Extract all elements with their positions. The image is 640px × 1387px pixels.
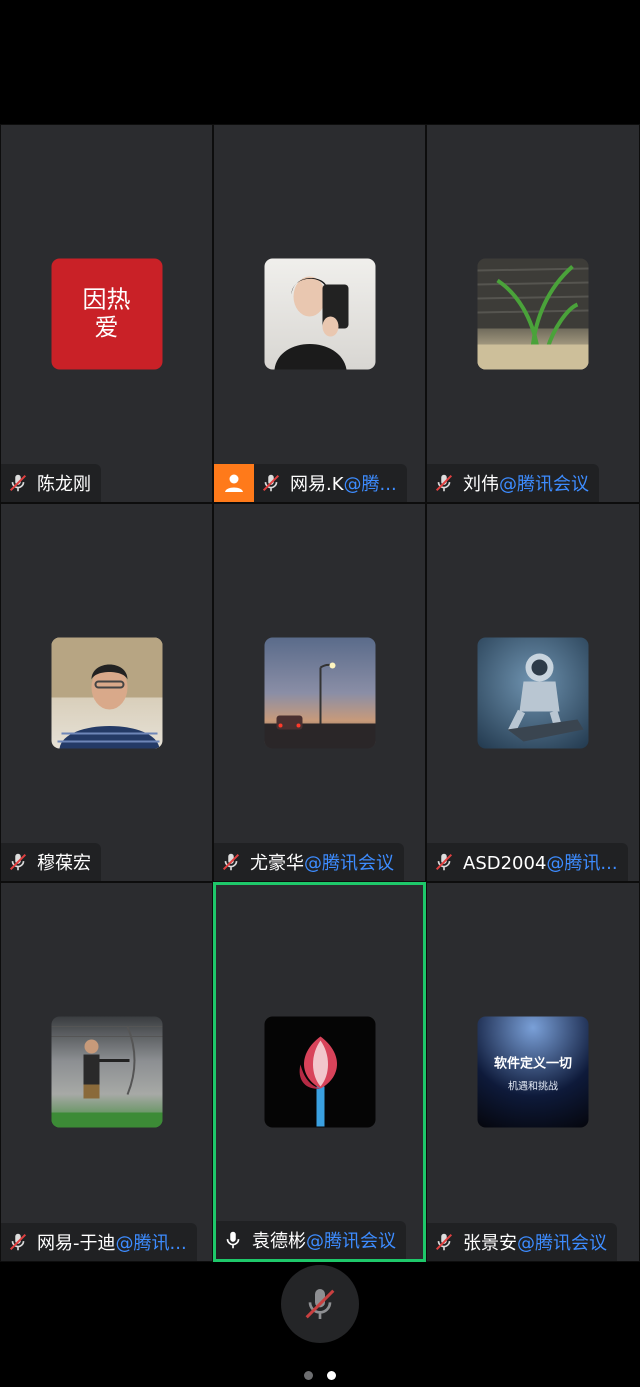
participant-namebar: 陈龙刚	[1, 464, 101, 502]
participant-name: 刘伟	[463, 474, 499, 495]
archer-avatar	[51, 1016, 162, 1128]
video-grid: 因热爱 陈龙刚 网易.K@腾... 刘伟@腾讯会议 穆葆宏 尤豪华@腾讯会议 A…	[0, 124, 640, 1262]
person-icon	[225, 474, 243, 492]
participant-namebar: ASD2004@腾讯...	[427, 843, 628, 881]
mic-icon	[226, 1231, 240, 1249]
slide-text: 软件定义一切 机遇和挑战	[478, 1053, 589, 1093]
mic-muted-icon	[262, 474, 280, 492]
participant-name: 张景安	[463, 1233, 517, 1254]
participant-namebar: 袁德彬@腾讯会议	[216, 1221, 406, 1259]
participant-namebar: 网易.K@腾...	[254, 464, 407, 502]
participant-name: 尤豪华	[250, 853, 304, 874]
mic-muted-icon	[222, 853, 240, 871]
woman-selfie-avatar	[264, 258, 375, 369]
participant-namebar: 刘伟@腾讯会议	[427, 464, 599, 502]
participant-name: 袁德彬	[252, 1231, 306, 1252]
participant-name: 网易-于迪	[37, 1233, 116, 1254]
participant-name: 穆葆宏	[37, 853, 91, 874]
participant-suffix: @腾...	[343, 474, 397, 495]
participant-suffix: @腾讯...	[115, 1233, 187, 1254]
slide-line-2: 机遇和挑战	[508, 1081, 558, 1093]
host-badge	[214, 464, 254, 502]
mic-muted-icon	[435, 474, 453, 492]
participant-tile[interactable]: 软件定义一切 机遇和挑战 张景安@腾讯会议	[426, 882, 640, 1262]
mic-muted-icon	[9, 474, 27, 492]
participant-suffix: @腾讯会议	[306, 1231, 396, 1252]
participant-suffix: @腾讯会议	[304, 853, 394, 874]
participant-tile[interactable]: 穆葆宏	[0, 503, 213, 882]
tulip-avatar	[264, 1016, 375, 1128]
page-dot-1[interactable]	[304, 1371, 313, 1380]
participant-tile[interactable]: 尤豪华@腾讯会议	[213, 503, 426, 882]
participant-namebar: 网易-于迪@腾讯...	[1, 1223, 197, 1261]
participant-name: 陈龙刚	[37, 474, 91, 495]
participant-name: ASD2004	[463, 853, 547, 874]
man-portrait-avatar	[51, 637, 162, 748]
participant-tile[interactable]: 网易-于迪@腾讯...	[0, 882, 213, 1262]
participant-tile[interactable]: ASD2004@腾讯...	[426, 503, 640, 882]
participant-suffix: @腾讯会议	[517, 1233, 607, 1254]
mute-toggle-button[interactable]	[281, 1265, 359, 1343]
participant-suffix: @腾讯会议	[499, 474, 589, 495]
mic-muted-icon	[435, 853, 453, 871]
participant-tile[interactable]: 网易.K@腾...	[213, 124, 426, 503]
participant-tile[interactable]: 因热爱 陈龙刚	[0, 124, 213, 503]
participant-namebar: 尤豪华@腾讯会议	[214, 843, 404, 881]
participant-namebar: 穆葆宏	[1, 843, 101, 881]
participant-suffix: @腾讯...	[546, 853, 618, 874]
mic-muted-icon	[435, 1233, 453, 1251]
slide-line-1: 软件定义一切	[493, 1056, 572, 1072]
mic-muted-icon	[9, 1233, 27, 1251]
avatar-calligraphy-text: 因热爱	[82, 285, 131, 342]
red-calligraphy-avatar: 因热爱	[51, 258, 162, 369]
mic-muted-icon	[9, 853, 27, 871]
participant-name: 网易.K	[290, 474, 344, 495]
aquarium-plant-avatar	[477, 258, 589, 369]
astronaut-avatar	[477, 637, 589, 748]
participant-tile[interactable]: 刘伟@腾讯会议	[426, 124, 640, 503]
participant-tile-active-speaker[interactable]: 袁德彬@腾讯会议	[213, 882, 426, 1262]
participant-namebar: 张景安@腾讯会议	[427, 1223, 617, 1261]
mic-muted-icon	[305, 1289, 335, 1319]
page-dot-2-current[interactable]	[327, 1371, 336, 1380]
street-lamp-dusk-avatar	[264, 637, 375, 748]
stage-slide-avatar: 软件定义一切 机遇和挑战	[477, 1016, 589, 1128]
page-indicator	[304, 1371, 336, 1380]
